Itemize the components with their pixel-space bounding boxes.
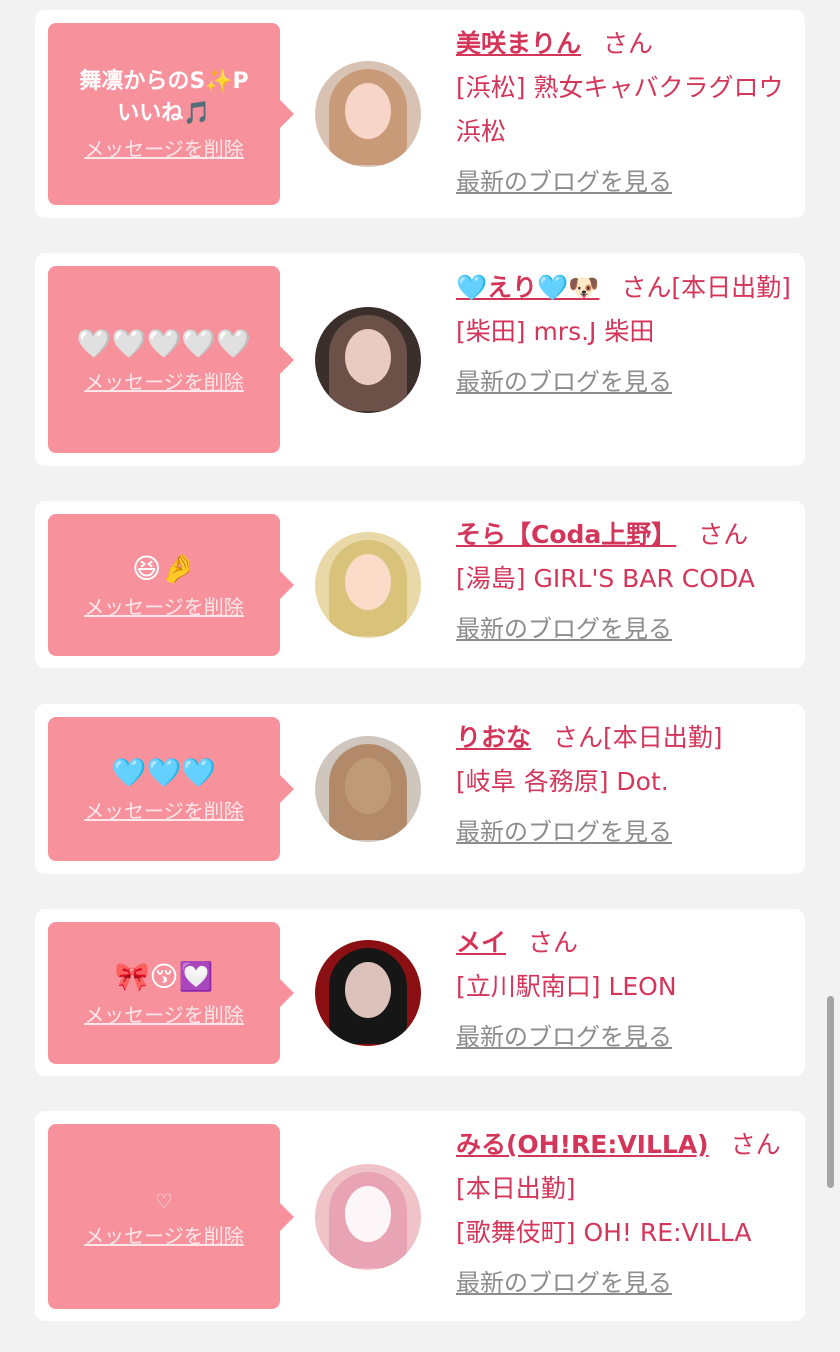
delete-message-link[interactable]: メッセージを削除 bbox=[84, 594, 244, 620]
user-info: 🩵えり🩵🐶 さん[本日出勤] [柴田] mrs.J 柴田 最新のブログを見る bbox=[456, 266, 796, 404]
user-info: そら【Coda上野】 さん [湯島] GIRL'S BAR CODA 最新のブログ… bbox=[456, 513, 796, 651]
message-text: 🎀😚💟 bbox=[114, 960, 214, 993]
user-info: みる(OH!RE:VILLA) さん [本日出勤] [歌舞伎町] OH! RE:V… bbox=[456, 1123, 796, 1305]
list-item: 😆🤌 メッセージを削除 そら【Coda上野】 さん [湯島] GIRL'S BAR… bbox=[35, 501, 805, 668]
message-bubble: 舞凛からのS✨P いいね🎵 メッセージを削除 bbox=[48, 23, 294, 205]
user-name-link[interactable]: 美咲まりん bbox=[456, 29, 581, 58]
shop-text: [柴田] mrs.J 柴田 bbox=[456, 317, 655, 346]
avatar[interactable] bbox=[315, 940, 421, 1046]
view-blog-link[interactable]: 最新のブログを見る bbox=[456, 810, 672, 854]
honorific: さん bbox=[553, 723, 604, 752]
message-bubble: ♡ メッセージを削除 bbox=[48, 1124, 294, 1309]
message-list: 舞凛からのS✨P いいね🎵 メッセージを削除 美咲まりん さん [浜松] 熟女キャ… bbox=[0, 0, 840, 1352]
user-name-link[interactable]: 🩵えり🩵🐶 bbox=[456, 273, 599, 302]
avatar[interactable] bbox=[315, 532, 421, 638]
honorific: さん bbox=[621, 273, 672, 302]
list-item: 舞凛からのS✨P いいね🎵 メッセージを削除 美咲まりん さん [浜松] 熟女キャ… bbox=[35, 10, 805, 218]
view-blog-link[interactable]: 最新のブログを見る bbox=[456, 1015, 672, 1059]
avatar[interactable] bbox=[315, 307, 421, 413]
message-text: 😆🤌 bbox=[131, 552, 197, 585]
message-bubble: 🩵🩵🩵 メッセージを削除 bbox=[48, 717, 294, 861]
shop-text: [浜松] 熟女キャバクラグロウ 浜松 bbox=[456, 73, 784, 146]
shop-text: [立川駅南口] LEON bbox=[456, 972, 677, 1001]
honorific: さん bbox=[730, 1130, 781, 1159]
user-info: 美咲まりん さん [浜松] 熟女キャバクラグロウ 浜松 最新のブログを見る bbox=[456, 22, 796, 204]
list-item: ♡ メッセージを削除 みる(OH!RE:VILLA) さん [本日出勤] [歌舞伎… bbox=[35, 1111, 805, 1321]
user-info: りおな さん[本日出勤] [岐阜 各務原] Dot. 最新のブログを見る bbox=[456, 716, 796, 854]
user-name-link[interactable]: そら【Coda上野】 bbox=[456, 520, 676, 549]
avatar[interactable] bbox=[315, 736, 421, 842]
view-blog-link[interactable]: 最新のブログを見る bbox=[456, 160, 672, 204]
honorific: さん bbox=[698, 520, 749, 549]
avatar[interactable] bbox=[315, 1164, 421, 1270]
message-bubble: 🤍🤍🤍🤍🤍 メッセージを削除 bbox=[48, 266, 294, 453]
shop-text: [歌舞伎町] OH! RE:VILLA bbox=[456, 1218, 752, 1247]
user-name-link[interactable]: りおな bbox=[456, 723, 531, 752]
user-info: メイ さん [立川駅南口] LEON 最新のブログを見る bbox=[456, 921, 796, 1059]
avatar[interactable] bbox=[315, 61, 421, 167]
delete-message-link[interactable]: メッセージを削除 bbox=[84, 1002, 244, 1028]
status-text: [本日出勤] bbox=[671, 273, 791, 302]
list-item: 🎀😚💟 メッセージを削除 メイ さん [立川駅南口] LEON 最新のブログを見る bbox=[35, 909, 805, 1076]
honorific: さん bbox=[603, 29, 654, 58]
view-blog-link[interactable]: 最新のブログを見る bbox=[456, 1261, 672, 1305]
view-blog-link[interactable]: 最新のブログを見る bbox=[456, 607, 672, 651]
view-blog-link[interactable]: 最新のブログを見る bbox=[456, 360, 672, 404]
message-text: ♡ bbox=[155, 1188, 173, 1213]
list-item: 🩵🩵🩵 メッセージを削除 りおな さん[本日出勤] [岐阜 各務原] Dot. 最… bbox=[35, 704, 805, 874]
scrollbar[interactable] bbox=[827, 996, 834, 1188]
message-text: 🩵🩵🩵 bbox=[111, 756, 217, 789]
list-item: 🤍🤍🤍🤍🤍 メッセージを削除 🩵えり🩵🐶 さん[本日出勤] [柴田] mrs.J … bbox=[35, 253, 805, 466]
message-bubble: 🎀😚💟 メッセージを削除 bbox=[48, 922, 294, 1064]
honorific: さん bbox=[528, 928, 579, 957]
user-name-link[interactable]: みる(OH!RE:VILLA) bbox=[456, 1130, 709, 1159]
delete-message-link[interactable]: メッセージを削除 bbox=[84, 136, 244, 162]
shop-text: [湯島] GIRL'S BAR CODA bbox=[456, 564, 755, 593]
delete-message-link[interactable]: メッセージを削除 bbox=[84, 369, 244, 395]
status-text: [本日出勤] bbox=[603, 723, 723, 752]
shop-text: [岐阜 各務原] Dot. bbox=[456, 767, 669, 796]
delete-message-link[interactable]: メッセージを削除 bbox=[84, 1223, 244, 1249]
message-text: 🤍🤍🤍🤍🤍 bbox=[76, 326, 252, 360]
user-name-link[interactable]: メイ bbox=[456, 928, 506, 957]
message-text: 舞凛からのS✨P いいね🎵 bbox=[79, 69, 249, 126]
message-bubble: 😆🤌 メッセージを削除 bbox=[48, 514, 294, 656]
status-text: [本日出勤] bbox=[456, 1174, 576, 1203]
delete-message-link[interactable]: メッセージを削除 bbox=[84, 798, 244, 824]
